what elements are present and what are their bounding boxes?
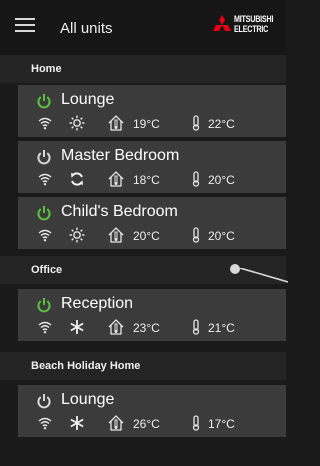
indoor-temperature-icon — [108, 319, 124, 335]
hamburger-menu-icon[interactable] — [15, 16, 35, 34]
thermometer-icon — [188, 171, 204, 187]
thermometer-icon — [188, 227, 204, 243]
annotation-dot — [230, 264, 240, 274]
setpoint-temperature: 20°C — [208, 173, 235, 187]
wifi-icon — [37, 319, 53, 335]
section-header-home: Home — [0, 55, 286, 83]
indoor-temperature-icon — [108, 415, 124, 431]
thermometer-icon — [188, 319, 204, 335]
indoor-temperature-icon — [108, 227, 124, 243]
room-name: Lounge — [61, 91, 115, 108]
cool-mode-snowflake-icon — [69, 415, 85, 431]
indoor-temperature: 18°C — [133, 173, 160, 187]
wifi-icon — [37, 115, 53, 131]
mitsubishi-electric-logo: MITSUBISHI ELECTRIC — [210, 13, 286, 41]
unit-card-childs-bedroom[interactable]: Child's Bedroom 20°C 20°C — [18, 197, 286, 249]
unit-card-master-bedroom[interactable]: Master Bedroom 18°C 20°C — [18, 141, 286, 193]
wifi-icon — [37, 227, 53, 243]
cool-mode-snowflake-icon — [69, 319, 85, 335]
room-name: Lounge — [61, 391, 115, 408]
power-on-icon[interactable] — [36, 205, 52, 221]
indoor-temperature: 26°C — [133, 417, 160, 431]
heat-mode-sun-icon — [69, 115, 85, 131]
top-bar: All units MITSUBISHI ELECTRIC — [0, 0, 286, 55]
power-off-icon[interactable] — [36, 149, 52, 165]
section-header-beach-holiday-home: Beach Holiday Home — [0, 352, 286, 380]
unit-card-beach-lounge[interactable]: Lounge 26°C 17°C — [18, 385, 286, 437]
setpoint-temperature: 17°C — [208, 417, 235, 431]
room-name: Child's Bedroom — [61, 203, 178, 220]
annotation-leader-line — [240, 268, 288, 283]
power-off-icon[interactable] — [36, 393, 52, 409]
setpoint-temperature: 21°C — [208, 321, 235, 335]
heat-mode-sun-icon — [69, 227, 85, 243]
thermometer-icon — [188, 415, 204, 431]
power-on-icon[interactable] — [36, 93, 52, 109]
setpoint-temperature: 20°C — [208, 229, 235, 243]
room-name: Master Bedroom — [61, 147, 180, 164]
indoor-temperature-icon — [108, 171, 124, 187]
indoor-temperature: 19°C — [133, 117, 160, 131]
wifi-icon — [37, 171, 53, 187]
wifi-icon — [37, 415, 53, 431]
room-name: Reception — [61, 295, 134, 312]
page-title: All units — [60, 20, 113, 37]
thermometer-icon — [188, 115, 204, 131]
indoor-temperature-icon — [108, 115, 124, 131]
indoor-temperature: 20°C — [133, 229, 160, 243]
indoor-temperature: 23°C — [133, 321, 160, 335]
setpoint-temperature: 22°C — [208, 117, 235, 131]
auto-mode-icon — [69, 171, 85, 187]
power-on-icon[interactable] — [36, 297, 52, 313]
unit-card-lounge[interactable]: Lounge 19°C 22°C — [18, 85, 286, 137]
unit-card-reception[interactable]: Reception 23°C 21°C — [18, 289, 286, 341]
